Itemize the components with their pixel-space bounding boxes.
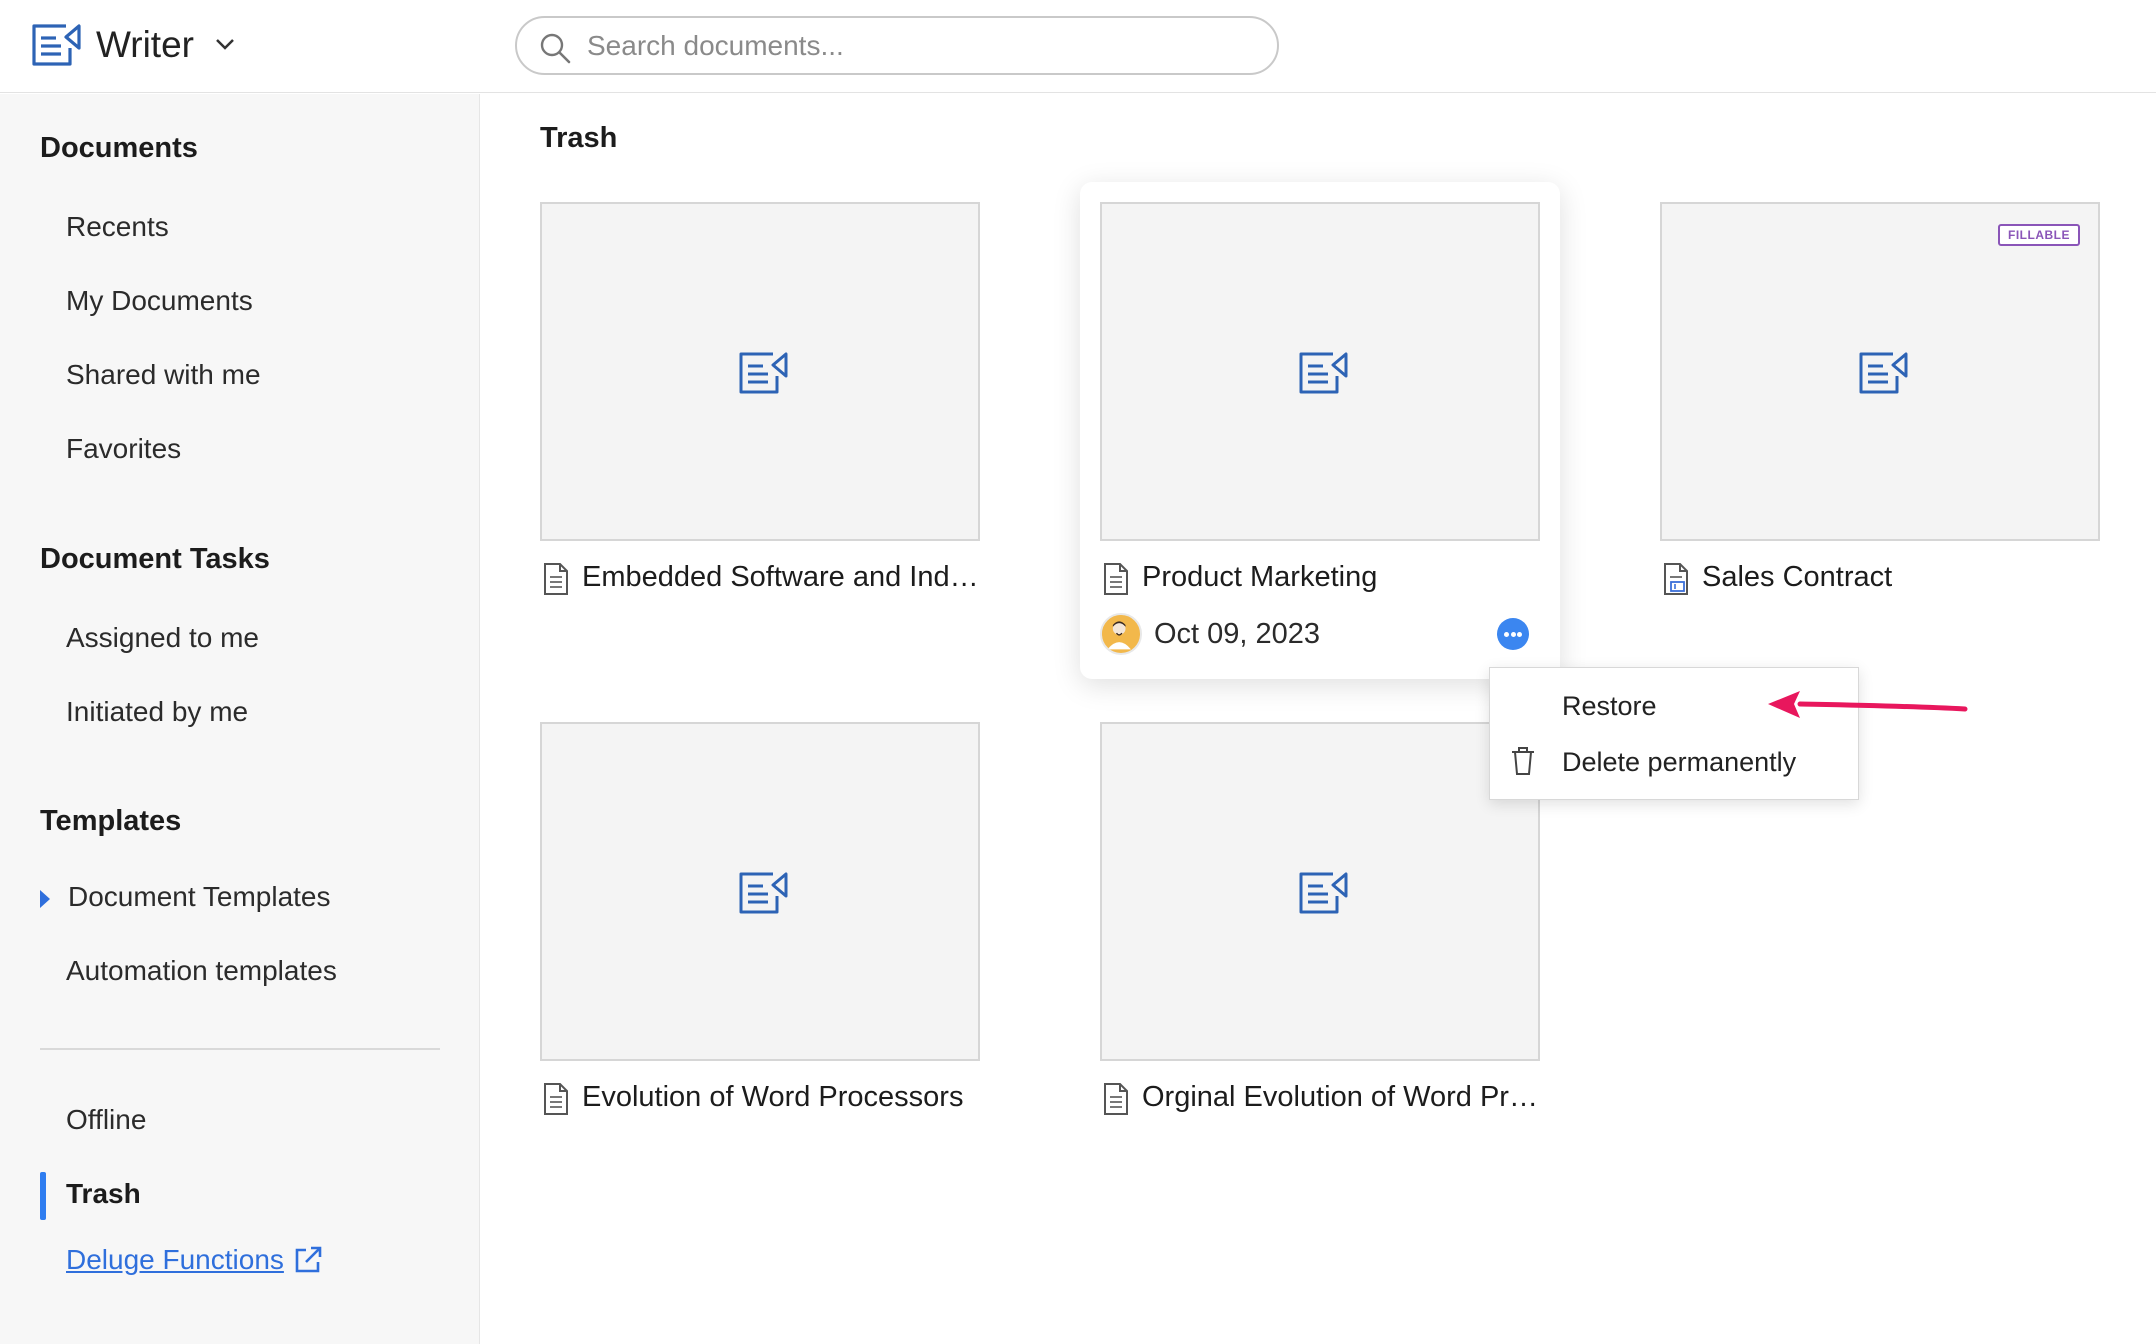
document-icon (544, 563, 568, 595)
fillable-document-icon (1664, 563, 1688, 595)
fillable-badge: FILLABLE (1998, 224, 2080, 246)
sidebar-item-document-templates[interactable]: Document Templates (68, 881, 331, 913)
document-card[interactable]: Orginal Evolution of Word Pro... (1100, 722, 1542, 1142)
document-title[interactable]: Product Marketing (1142, 561, 1542, 594)
sidebar-item-favorites[interactable]: Favorites (66, 433, 181, 465)
sidebar-item-assigned-to-me[interactable]: Assigned to me (66, 622, 259, 654)
external-link-icon[interactable] (292, 1244, 324, 1276)
writer-document-icon (1859, 352, 1908, 394)
expand-arrow-icon[interactable] (40, 890, 50, 908)
sidebar-item-trash[interactable]: Trash (66, 1178, 141, 1210)
document-date: Oct 09, 2023 (1154, 618, 1321, 650)
user-avatar-icon (1102, 615, 1137, 650)
document-title[interactable]: Sales Contract (1702, 561, 2102, 594)
context-menu: Restore Delete permanently (1489, 667, 1859, 800)
document-icon (1104, 563, 1128, 595)
document-meta: Oct 09, 2023 (1100, 613, 1540, 657)
writer-document-icon (739, 872, 788, 914)
document-title-row[interactable]: Orginal Evolution of Word Pro... (1102, 1079, 1542, 1119)
sidebar-item-recents[interactable]: Recents (66, 211, 169, 243)
document-title[interactable]: Embedded Software and Indus... (582, 561, 982, 594)
sidebar-heading-templates: Templates (40, 805, 182, 837)
document-card[interactable]: Evolution of Word Processors (540, 722, 980, 1142)
document-title-row[interactable]: Product Marketing (1102, 559, 1542, 599)
sidebar-item-offline[interactable]: Offline (66, 1104, 146, 1136)
writer-document-icon (1299, 872, 1348, 914)
sidebar-divider (40, 1048, 440, 1050)
active-indicator (40, 1172, 46, 1220)
document-title[interactable]: Orginal Evolution of Word Pro... (1142, 1081, 1542, 1114)
document-title-row[interactable]: Sales Contract (1662, 559, 2102, 599)
sidebar-heading-document-tasks: Document Tasks (40, 543, 270, 575)
chevron-down-icon[interactable] (214, 36, 236, 52)
document-thumbnail[interactable] (1100, 722, 1540, 1061)
sidebar-item-initiated-by-me[interactable]: Initiated by me (66, 696, 248, 728)
sidebar-heading-documents: Documents (40, 132, 198, 164)
document-card[interactable]: FILLABLE Sales Contract (1660, 202, 2100, 622)
top-bar: Writer (0, 0, 2156, 93)
document-thumbnail[interactable]: FILLABLE (1660, 202, 2100, 541)
trash-icon (1512, 747, 1534, 775)
more-options-button[interactable] (1497, 618, 1529, 650)
document-title-row[interactable]: Evolution of Word Processors (542, 1079, 982, 1119)
delete-permanently-label[interactable]: Delete permanently (1562, 747, 1796, 778)
search-box[interactable] (515, 16, 1279, 75)
search-icon (540, 33, 571, 64)
search-input[interactable] (587, 26, 1247, 66)
document-icon (544, 1083, 568, 1115)
sidebar: Documents Recents My Documents Shared wi… (0, 94, 480, 1344)
delete-permanently-menu-item[interactable]: Delete permanently (1490, 737, 1858, 791)
document-card-hovered[interactable]: Product Marketing Oct 09, 2023 (1080, 182, 1560, 679)
document-card[interactable]: Embedded Software and Indus... (540, 202, 982, 622)
writer-document-icon (739, 352, 788, 394)
document-icon (1104, 1083, 1128, 1115)
page-title: Trash (540, 122, 618, 154)
avatar (1100, 613, 1142, 655)
sidebar-item-my-documents[interactable]: My Documents (66, 285, 253, 317)
document-title[interactable]: Evolution of Word Processors (582, 1081, 982, 1114)
sidebar-item-automation-templates[interactable]: Automation templates (66, 955, 337, 987)
document-thumbnail[interactable] (540, 722, 980, 1061)
document-thumbnail[interactable] (1100, 202, 1540, 541)
document-title-row[interactable]: Embedded Software and Indus... (542, 559, 982, 599)
document-thumbnail[interactable] (540, 202, 980, 541)
writer-document-icon (1299, 352, 1348, 394)
sidebar-item-shared-with-me[interactable]: Shared with me (66, 359, 261, 391)
writer-logo-icon[interactable] (30, 22, 82, 68)
deluge-functions-link[interactable]: Deluge Functions (66, 1244, 284, 1276)
app-name[interactable]: Writer (96, 22, 194, 68)
annotation-arrow-icon (1768, 691, 1968, 718)
restore-label[interactable]: Restore (1562, 691, 1657, 722)
